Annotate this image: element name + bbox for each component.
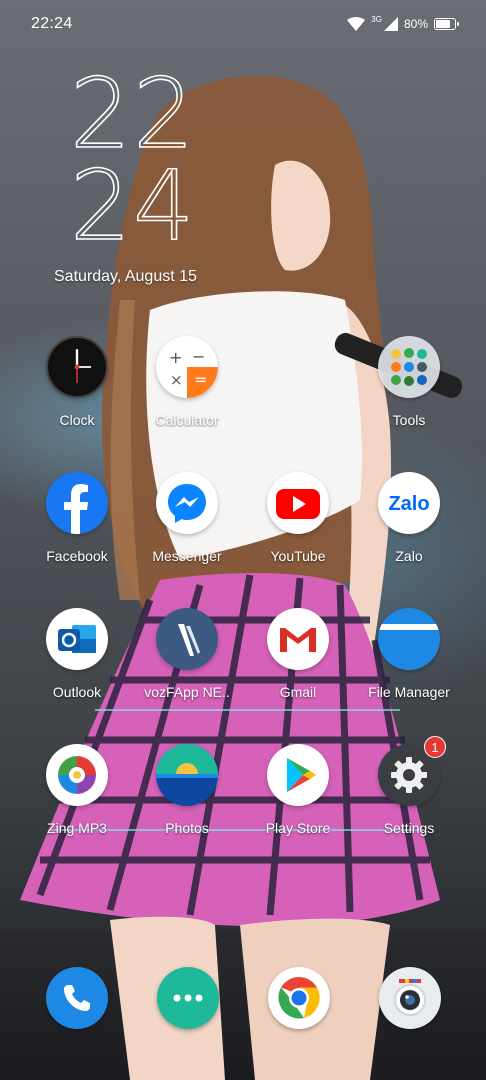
clock-widget[interactable]: 22 24 Saturday, August 15 xyxy=(54,58,197,285)
battery-icon xyxy=(434,18,459,30)
zing-mp3-icon xyxy=(46,744,108,806)
battery-percent: 80% xyxy=(403,17,428,31)
app-label: Calculator xyxy=(155,412,219,428)
notification-badge: 1 xyxy=(424,736,446,758)
app-youtube[interactable]: YouTube xyxy=(243,472,353,564)
clock-icon xyxy=(46,336,108,398)
calculator-icon: + − × = xyxy=(156,336,218,398)
app-label: Play Store xyxy=(265,820,331,836)
app-label: Settings xyxy=(383,820,435,836)
app-gmail[interactable]: Gmail xyxy=(243,608,353,700)
app-label: Facebook xyxy=(46,548,108,564)
app-label: Photos xyxy=(165,820,209,836)
chrome-icon xyxy=(278,977,320,1019)
gmail-icon xyxy=(267,608,329,670)
app-label: Messenger xyxy=(152,548,222,564)
app-label: Zalo xyxy=(395,548,423,564)
app-zing-mp3[interactable]: Zing MP3 xyxy=(22,744,132,836)
dock-camera[interactable] xyxy=(379,967,441,1029)
dock-phone[interactable] xyxy=(46,967,108,1029)
svg-text:=: = xyxy=(194,370,207,389)
photos-icon xyxy=(156,744,218,806)
app-settings[interactable]: 1 Settings xyxy=(354,736,464,836)
app-drawer-icon xyxy=(173,994,203,1002)
app-label: vozFApp NE.. xyxy=(144,684,230,700)
camera-icon xyxy=(394,979,426,1016)
youtube-icon xyxy=(267,472,329,534)
outlook-icon xyxy=(46,608,108,670)
clock-date: Saturday, August 15 xyxy=(54,268,197,285)
zalo-icon: Zalo xyxy=(378,472,440,534)
app-label: Outlook xyxy=(52,684,102,700)
dock-app-drawer[interactable] xyxy=(157,967,219,1029)
app-messenger[interactable]: Messenger xyxy=(132,472,242,564)
file-manager-icon xyxy=(378,608,440,670)
messenger-icon xyxy=(156,472,218,534)
app-label: Gmail xyxy=(279,684,317,700)
facebook-icon xyxy=(46,472,108,534)
app-label: Tools xyxy=(392,412,426,428)
svg-text:−: − xyxy=(192,347,205,366)
app-label: File Manager xyxy=(368,684,450,700)
app-clock[interactable]: Clock xyxy=(22,336,132,428)
svg-text:+: + xyxy=(169,348,182,367)
status-icons: 3G 80% xyxy=(347,14,459,34)
vozfapp-icon xyxy=(156,608,218,670)
phone-icon xyxy=(64,985,90,1011)
app-play-store[interactable]: Play Store xyxy=(243,744,353,836)
app-label: Zing MP3 xyxy=(47,820,107,836)
app-file-manager[interactable]: File Manager xyxy=(354,608,464,700)
clock-minutes: 24 xyxy=(69,150,197,262)
signal-icon xyxy=(383,17,398,31)
status-bar: 22:24 3G 80% xyxy=(0,0,486,50)
status-time: 22:24 xyxy=(31,15,73,32)
zalo-logo-text: Zalo xyxy=(388,493,429,515)
app-facebook[interactable]: Facebook xyxy=(22,472,132,564)
app-tools-folder[interactable]: Tools xyxy=(354,336,464,428)
wifi-icon xyxy=(347,17,366,31)
play-store-icon xyxy=(267,744,329,806)
app-label: Clock xyxy=(59,412,95,428)
network-type-label: 3G xyxy=(371,14,382,24)
battery-fill xyxy=(436,20,450,28)
app-zalo[interactable]: Zalo Zalo xyxy=(354,472,464,564)
app-label: YouTube xyxy=(270,548,326,564)
app-vozfapp[interactable]: vozFApp NE.. xyxy=(132,608,242,700)
dock-chrome[interactable] xyxy=(268,967,330,1029)
app-calculator[interactable]: + − × = Calculator xyxy=(132,336,242,428)
clock-hours: 22 xyxy=(69,58,197,170)
tools-folder-icon xyxy=(378,336,440,398)
svg-text:×: × xyxy=(170,371,183,389)
app-photos[interactable]: Photos xyxy=(132,744,242,836)
app-outlook[interactable]: Outlook xyxy=(22,608,132,700)
